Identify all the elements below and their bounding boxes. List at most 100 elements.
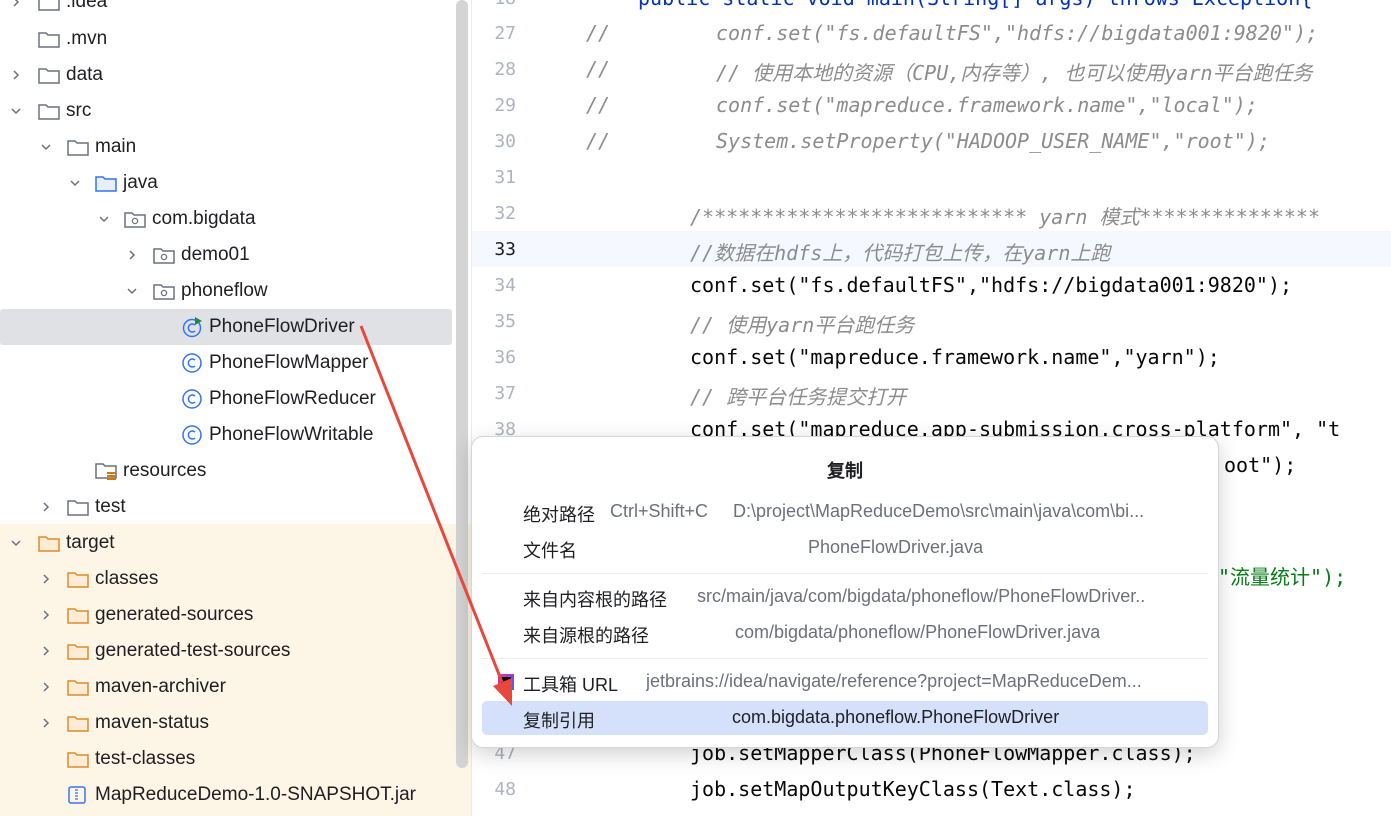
tree-item-label: .idea	[66, 0, 108, 12]
copy-file-name-item[interactable]: 文件名 PhoneFlowDriver.java	[482, 531, 1208, 565]
tree-item-idea[interactable]: .idea	[0, 0, 452, 20]
tree-item-mvn[interactable]: .mvn	[0, 21, 452, 57]
code-line[interactable]: 27 // conf.set("fs.defaultFS","hdfs://bi…	[472, 15, 1391, 51]
code-text: //数据在hdfs上，代码打包上传，在yarn上跑	[690, 241, 1111, 265]
copy-toolbox-url-item[interactable]: 工具箱 URL jetbrains://idea/navigate/refere…	[482, 665, 1208, 699]
folder-icon	[38, 101, 60, 121]
toolbox-icon	[498, 674, 514, 690]
tree-item-label: target	[66, 532, 115, 553]
code-line[interactable]: 31	[472, 159, 1391, 195]
code-text: conf.set("fs.defaultFS","hdfs://bigdata0…	[716, 21, 1319, 45]
chevron-right-icon[interactable]	[38, 715, 54, 731]
code-line[interactable]: 28 // // 使用本地的资源（CPU,内存等）, 也可以使用yarn平台跑任…	[472, 51, 1391, 87]
code-line[interactable]: 48 job.setMapOutputKeyClass(Text.class);	[472, 771, 1391, 807]
code-fragment: "流量统计");	[1218, 565, 1347, 589]
line-number: 34	[494, 275, 516, 296]
folder-icon	[38, 29, 60, 49]
tree-item-test-classes[interactable]: test-classes	[0, 741, 452, 777]
package-icon	[153, 245, 175, 265]
tree-item-phoneflowmapper[interactable]: PhoneFlowMapper	[0, 345, 452, 381]
copy-absolute-path-item[interactable]: 绝对路径 Ctrl+Shift+C D:\project\MapReduceDe…	[482, 495, 1208, 529]
chevron-down-icon[interactable]	[8, 103, 24, 119]
code-text: // 使用yarn平台跑任务	[690, 313, 915, 337]
popup-title: 复制	[827, 461, 863, 481]
class-icon	[181, 353, 203, 373]
tree-item-phoneflow[interactable]: phoneflow	[0, 273, 452, 309]
tree-item-phoneflowdriver[interactable]: PhoneFlowDriver	[0, 309, 452, 345]
tree-item-label: phoneflow	[181, 280, 268, 301]
code-line-current[interactable]: 33 //数据在hdfs上，代码打包上传，在yarn上跑	[472, 231, 1391, 267]
tree-item-label: main	[95, 136, 137, 157]
tree-item-label: PhoneFlowWritable	[209, 424, 374, 445]
code-line[interactable]: 29 // conf.set("mapreduce.framework.name…	[472, 87, 1391, 123]
tree-item-label: PhoneFlowDriver	[209, 316, 355, 337]
tree-item-label: data	[66, 64, 103, 85]
chevron-right-icon[interactable]	[38, 499, 54, 515]
line-number: 18	[472, 0, 516, 9]
copy-reference-item[interactable]: 复制引用 com.bigdata.phoneflow.PhoneFlowDriv…	[482, 701, 1208, 735]
code-line[interactable]: 37 // 跨平台任务提交打开	[472, 375, 1391, 411]
tree-item-classes[interactable]: classes	[0, 561, 452, 597]
copy-path-popup: 复制 绝对路径 Ctrl+Shift+C D:\project\MapReduc…	[471, 436, 1219, 748]
tree-item-main[interactable]: main	[0, 129, 452, 165]
excluded-folder-icon	[38, 533, 60, 553]
code-line[interactable]: 18 public static void main(String[] args…	[472, 0, 1391, 16]
chevron-right-icon[interactable]	[38, 643, 54, 659]
tree-item-label: .mvn	[66, 28, 108, 49]
code-line[interactable]: 34 conf.set("fs.defaultFS","hdfs://bigda…	[472, 267, 1391, 303]
code-text: job.setMapOutputKeyClass(Text.class);	[690, 777, 1136, 801]
menu-item-label: 复制引用	[523, 711, 595, 731]
tree-item-resources[interactable]: resources	[0, 453, 452, 489]
menu-item-value: com/bigdata/phoneflow/PhoneFlowDriver.ja…	[735, 622, 1101, 642]
line-number: 27	[494, 23, 516, 44]
line-number: 36	[494, 347, 516, 368]
menu-item-value: D:\project\MapReduceDemo\src\main\java\c…	[733, 501, 1145, 521]
tree-item-phoneflowwritable[interactable]: PhoneFlowWritable	[0, 417, 452, 453]
class-icon	[181, 389, 203, 409]
tree-item-java[interactable]: java	[0, 165, 452, 201]
chevron-right-icon[interactable]	[38, 571, 54, 587]
tree-item-target[interactable]: target	[0, 525, 452, 561]
chevron-down-icon[interactable]	[124, 283, 140, 299]
chevron-right-icon[interactable]	[124, 247, 140, 263]
tree-item-data[interactable]: data	[0, 57, 452, 93]
tree-item-generated-test-sources[interactable]: generated-test-sources	[0, 633, 452, 669]
tree-item-maven-archiver[interactable]: maven-archiver	[0, 669, 452, 705]
tree-item-label: PhoneFlowMapper	[209, 352, 369, 373]
tree-item-test[interactable]: test	[0, 489, 452, 525]
chevron-right-icon[interactable]	[8, 67, 24, 83]
tree-item-label: generated-sources	[95, 604, 254, 625]
line-number: 35	[494, 311, 516, 332]
tree-scrollbar[interactable]	[456, 0, 468, 768]
tree-item-generated-sources[interactable]: generated-sources	[0, 597, 452, 633]
tree-item-label: maven-status	[95, 712, 210, 733]
chevron-right-icon[interactable]	[38, 679, 54, 695]
tree-item-maven-status[interactable]: maven-status	[0, 705, 452, 741]
tree-item-phoneflowreducer[interactable]: PhoneFlowReducer	[0, 381, 452, 417]
tree-item-jar[interactable]: MapReduceDemo-1.0-SNAPSHOT.jar	[0, 777, 452, 813]
tree-item-label: test-classes	[95, 748, 196, 769]
code-line[interactable]: 30 // System.setProperty("HADOOP_USER_NA…	[472, 123, 1391, 159]
tree-item-label: src	[66, 100, 92, 121]
chevron-right-icon[interactable]	[8, 0, 24, 10]
line-number: 32	[494, 203, 516, 224]
tree-item-src[interactable]: src	[0, 93, 452, 129]
code-line[interactable]: 35 // 使用yarn平台跑任务	[472, 303, 1391, 339]
menu-item-label: 来自内容根的路径	[523, 590, 667, 610]
menu-separator	[482, 573, 1208, 574]
tree-item-com-bigdata[interactable]: com.bigdata	[0, 201, 452, 237]
copy-source-root-path-item[interactable]: 来自源根的路径 com/bigdata/phoneflow/PhoneFlowD…	[482, 616, 1208, 650]
chevron-down-icon[interactable]	[96, 211, 112, 227]
code-line[interactable]: 36 conf.set("mapreduce.framework.name","…	[472, 339, 1391, 375]
excluded-folder-icon	[67, 569, 89, 589]
comment-prefix: //	[586, 93, 611, 117]
chevron-down-icon[interactable]	[8, 535, 24, 551]
copy-content-root-path-item[interactable]: 来自内容根的路径 src/main/java/com/bigdata/phone…	[482, 580, 1208, 614]
menu-item-value: com.bigdata.phoneflow.PhoneFlowDriver	[732, 707, 1060, 727]
code-line[interactable]: 32 /*************************** yarn 模式*…	[472, 195, 1391, 231]
chevron-right-icon[interactable]	[38, 607, 54, 623]
tree-item-demo01[interactable]: demo01	[0, 237, 452, 273]
chevron-down-icon[interactable]	[38, 139, 54, 155]
tree-item-label: test	[95, 496, 126, 517]
chevron-down-icon[interactable]	[67, 175, 83, 191]
